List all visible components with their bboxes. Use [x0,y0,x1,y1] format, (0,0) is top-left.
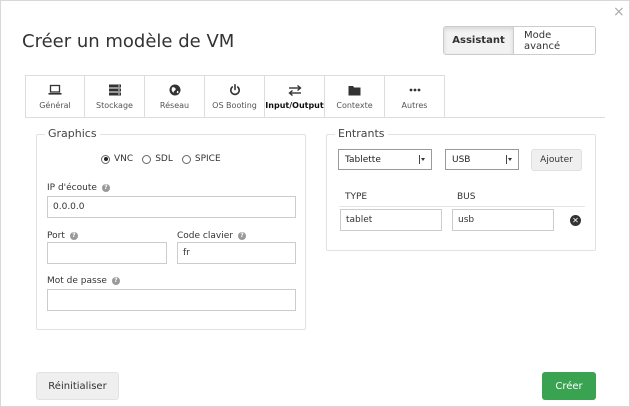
inputs-legend: Entrants [335,127,388,140]
database-icon [108,83,122,97]
graphics-type-radios: VNC SDL SPICE [101,154,230,164]
reset-button[interactable]: Réinitialiser [36,372,119,400]
keymap-input[interactable]: fr [177,242,296,264]
port-input[interactable] [47,242,167,264]
radio-dot [101,154,110,164]
radio-sdl-label: SDL [155,154,173,164]
radio-vnc[interactable]: VNC [101,154,133,164]
tab-storage[interactable]: Stockage [85,75,145,117]
mode-toggle-group: Assistant Mode avancé [443,26,596,55]
globe-icon [169,83,181,97]
folder-icon [348,83,361,97]
tabs-divider [25,117,605,118]
tab-context[interactable]: Contexte [325,75,385,117]
tab-os-booting[interactable]: OS Booting [205,75,265,117]
radio-spice-label: SPICE [194,154,221,164]
row-type-input[interactable]: tablet [340,209,442,231]
tab-network[interactable]: Réseau [145,75,205,117]
dialog-title: Créer un modèle de VM [22,31,235,52]
add-input-button[interactable]: Ajouter [531,149,582,171]
password-label-text: Mot de passe [47,276,107,286]
radio-dot [142,154,152,164]
ellipsis-icon [409,83,421,97]
exchange-icon [287,83,302,97]
input-bus-select-value: USB [452,154,471,165]
password-label: Mot de passe ? [47,276,120,286]
chevron-down-icon [506,155,512,164]
chevron-down-icon [419,155,425,164]
table-header-divider [339,206,585,207]
tab-general-label: Général [39,101,71,110]
inputs-panel: Entrants Tablette USB Ajouter TYPE BUS t… [326,127,596,251]
tab-other[interactable]: Autres [385,75,445,117]
advanced-mode-button[interactable]: Mode avancé [513,27,595,54]
port-label-text: Port [47,231,65,241]
input-bus-select[interactable]: USB [445,149,519,170]
radio-dot [181,154,191,164]
tab-os-booting-label: OS Booting [212,101,257,110]
create-vm-template-dialog: × Créer un modèle de VM Assistant Mode a… [0,0,630,407]
graphics-legend: Graphics [45,127,100,140]
row-bus-input[interactable]: usb [452,209,554,231]
graphics-panel: Graphics VNC SDL SPICE IP d'écoute ? 0.0… [36,127,306,330]
radio-vnc-label: VNC [114,154,134,164]
wizard-tabs: Général Stockage Réseau OS Booting Input… [25,75,445,117]
power-icon [229,83,241,97]
listen-ip-label: IP d'écoute ? [47,183,110,193]
radio-sdl[interactable]: SDL [142,154,173,164]
column-header-type: TYPE [345,192,368,202]
help-icon[interactable]: ? [237,232,246,240]
close-icon[interactable]: × [613,5,625,19]
help-icon[interactable]: ? [101,184,110,192]
keymap-label: Code clavier ? [177,231,246,241]
port-label: Port ? [47,231,78,241]
tab-network-label: Réseau [159,101,190,110]
tab-input-output-label: Input/Output [265,101,324,110]
create-button[interactable]: Créer [542,372,596,400]
radio-spice[interactable]: SPICE [181,154,221,164]
tab-storage-label: Stockage [96,101,133,110]
input-type-select[interactable]: Tablette [338,149,432,170]
tab-general[interactable]: Général [25,75,85,117]
input-type-select-value: Tablette [345,154,381,165]
listen-ip-input[interactable]: 0.0.0.0 [47,196,296,218]
column-header-bus: BUS [457,192,476,202]
listen-ip-label-text: IP d'écoute [47,183,97,193]
keymap-label-text: Code clavier [177,231,233,241]
password-input[interactable] [47,289,296,311]
laptop-icon [48,83,62,97]
remove-icon[interactable]: ✕ [570,215,581,226]
help-icon[interactable]: ? [69,232,78,240]
tab-other-label: Autres [401,101,428,110]
tab-context-label: Contexte [336,101,373,110]
tab-input-output[interactable]: Input/Output [265,75,325,117]
assistant-mode-button[interactable]: Assistant [444,27,513,54]
help-icon[interactable]: ? [111,277,120,285]
